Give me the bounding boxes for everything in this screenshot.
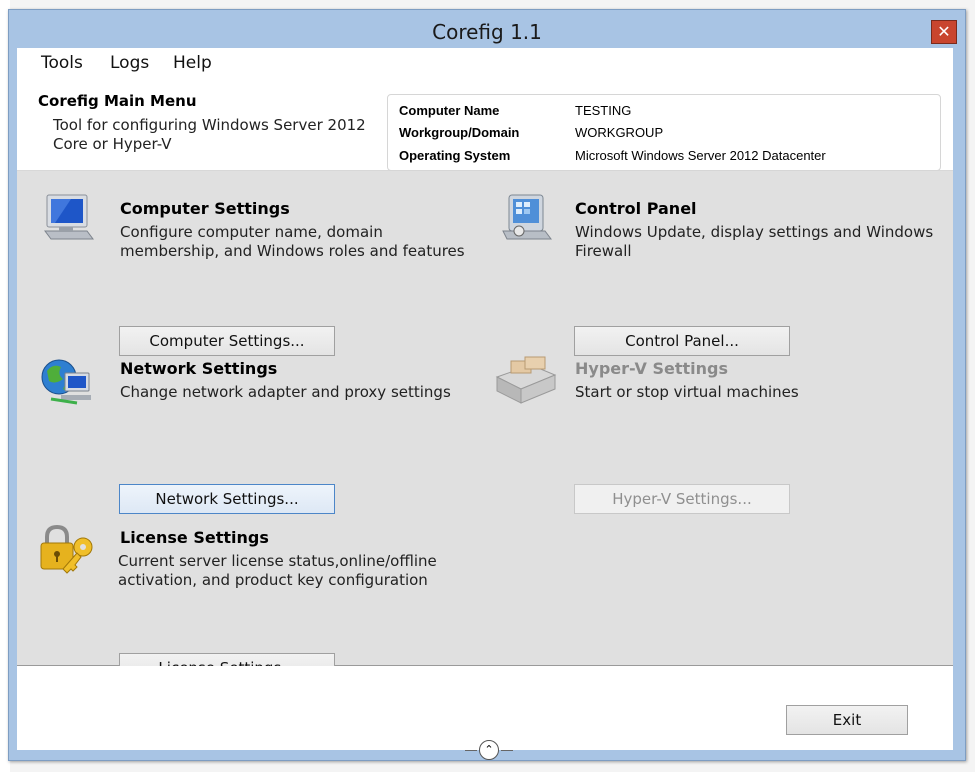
license-settings-description: Current server license status,online/off… bbox=[118, 552, 437, 589]
license-settings-title: License Settings bbox=[120, 528, 269, 547]
page-description: Tool for configuring Windows Server 2012… bbox=[53, 116, 366, 153]
control-panel-description: Windows Update, display settings and Win… bbox=[575, 223, 934, 260]
exit-button[interactable]: Exit bbox=[786, 705, 908, 735]
header-panel: Corefig Main Menu Tool for configuring W… bbox=[17, 78, 953, 171]
network-settings-button[interactable]: Network Settings... bbox=[119, 484, 335, 514]
title-bar[interactable]: Corefig 1.1 ✕ bbox=[9, 10, 965, 46]
network-settings-description: Change network adapter and proxy setting… bbox=[120, 383, 451, 401]
chevron-up-icon: ⌃ bbox=[484, 743, 494, 756]
menu-logs[interactable]: Logs bbox=[110, 53, 149, 73]
menu-tools[interactable]: Tools bbox=[41, 53, 83, 73]
system-info-box: Computer Name TESTING Workgroup/Domain W… bbox=[387, 94, 941, 171]
hyperv-settings-title: Hyper-V Settings bbox=[575, 359, 728, 378]
hyperv-settings-button[interactable]: Hyper-V Settings... bbox=[574, 484, 790, 514]
menu-bar: Tools Logs Help bbox=[17, 48, 953, 78]
info-value: Microsoft Windows Server 2012 Datacenter bbox=[575, 148, 826, 163]
monitor-icon bbox=[44, 194, 94, 240]
computer-settings-description: Configure computer name, domain membersh… bbox=[120, 223, 465, 260]
computer-settings-button[interactable]: Computer Settings... bbox=[119, 326, 335, 356]
corefig-window: Corefig 1.1 ✕ Tools Logs Help Corefig Ma… bbox=[8, 9, 966, 761]
hyperv-settings-description: Start or stop virtual machines bbox=[575, 383, 799, 401]
control-panel-button[interactable]: Control Panel... bbox=[574, 326, 790, 356]
info-key: Computer Name bbox=[399, 103, 500, 118]
lock-key-icon bbox=[40, 524, 93, 574]
menu-help[interactable]: Help bbox=[173, 53, 212, 73]
info-key: Workgroup/Domain bbox=[399, 125, 520, 140]
info-value: WORKGROUP bbox=[575, 125, 664, 140]
close-button[interactable]: ✕ bbox=[931, 20, 957, 44]
server-rack-icon bbox=[495, 356, 557, 404]
network-globe-icon bbox=[41, 359, 91, 405]
footer-bar: Exit ⌃ bbox=[17, 666, 953, 760]
window-title: Corefig 1.1 bbox=[432, 20, 542, 44]
control-panel-icon bbox=[502, 194, 552, 240]
page-title: Corefig Main Menu bbox=[38, 92, 197, 110]
network-settings-title: Network Settings bbox=[120, 359, 278, 378]
info-key: Operating System bbox=[399, 148, 511, 163]
divider bbox=[501, 750, 513, 751]
collapse-button[interactable]: ⌃ bbox=[479, 740, 499, 760]
divider bbox=[465, 750, 477, 751]
control-panel-title: Control Panel bbox=[575, 199, 697, 218]
computer-settings-title: Computer Settings bbox=[120, 199, 290, 218]
client-area: Tools Logs Help Corefig Main Menu Tool f… bbox=[17, 48, 953, 760]
settings-panel: Computer Settings Configure computer nam… bbox=[17, 171, 953, 683]
info-value: TESTING bbox=[575, 103, 632, 118]
close-icon: ✕ bbox=[937, 22, 951, 41]
